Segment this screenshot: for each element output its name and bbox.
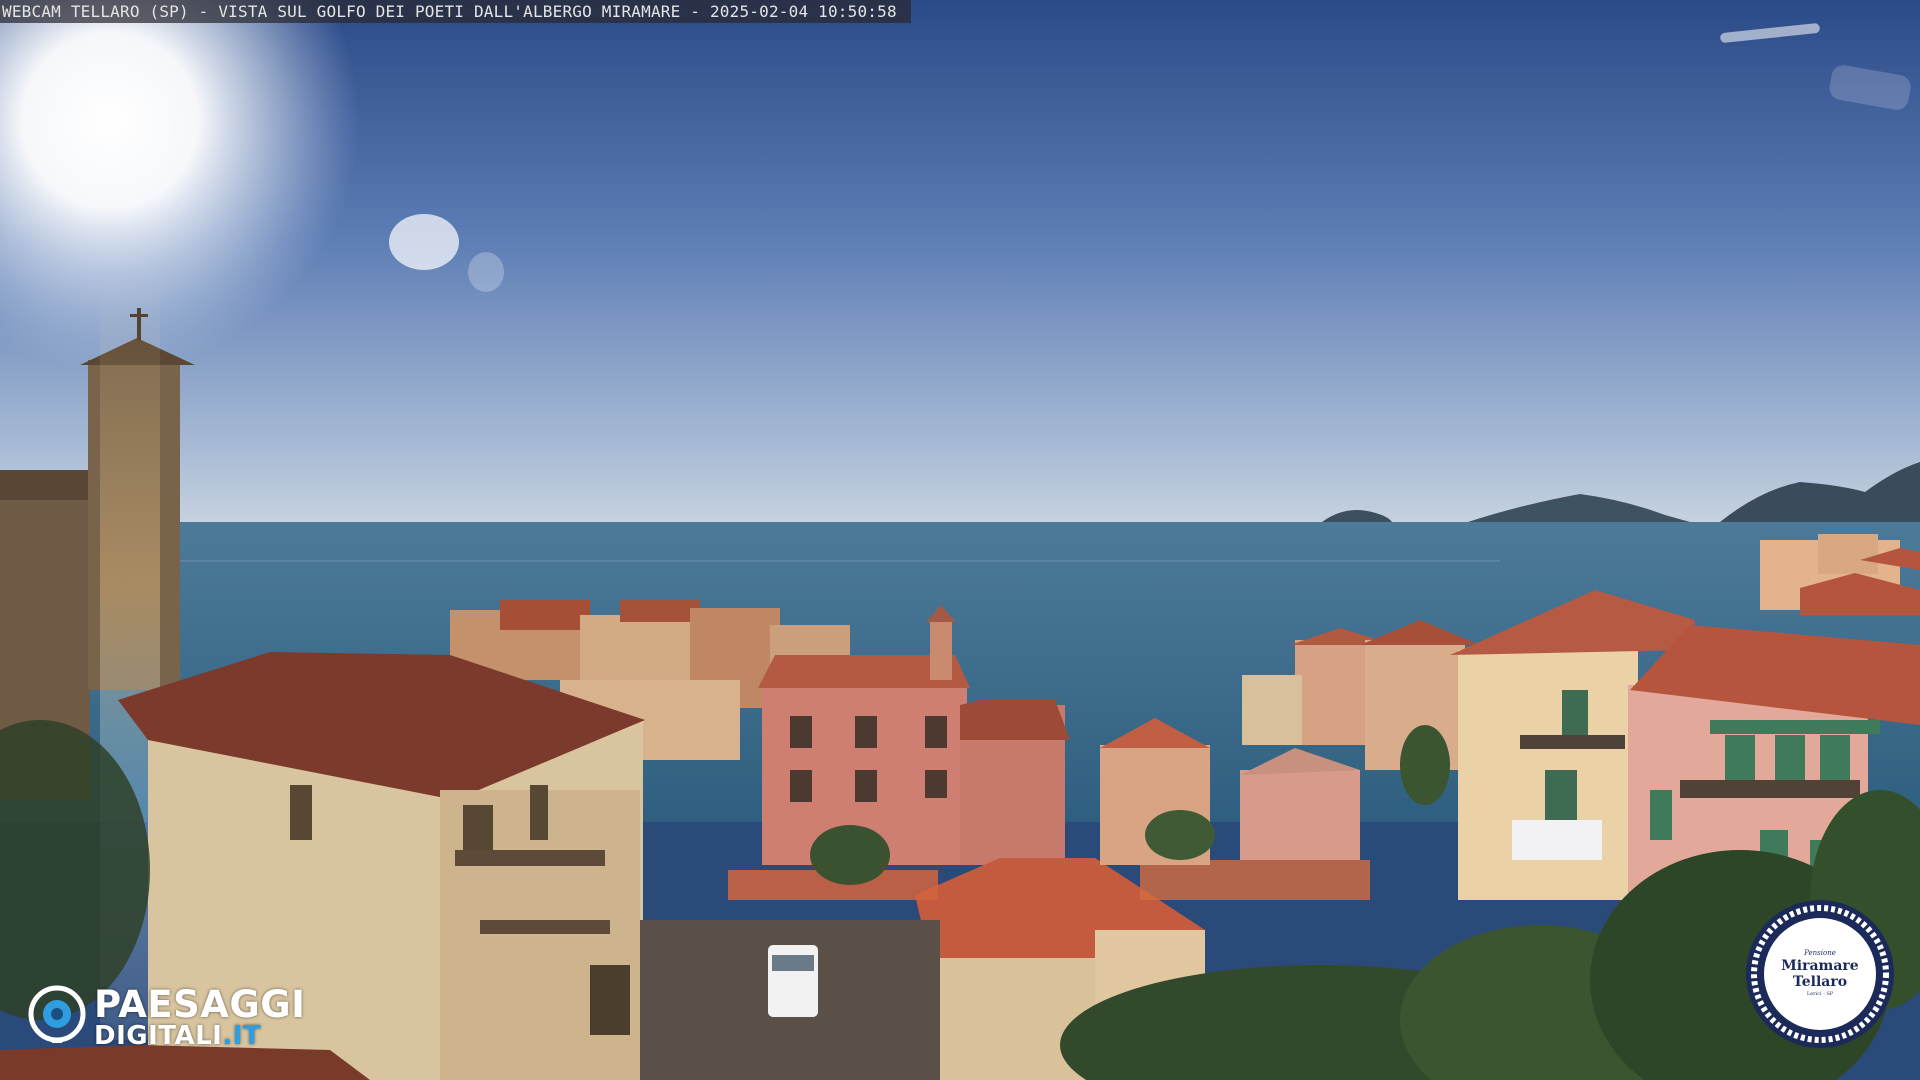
small-bell-tower <box>930 620 952 680</box>
badge-name-2: Tellaro <box>1792 974 1848 990</box>
watermark-line2: DIGITALI.IT <box>94 1021 261 1051</box>
caption-bar: WEBCAM TELLARO (SP) - VISTA SUL GOLFO DE… <box>0 0 911 23</box>
paesaggi-digitali-watermark: PAESAGGI DIGITALI.IT <box>28 983 348 1055</box>
watermark-line2-tld: .IT <box>222 1021 262 1051</box>
badge-line-small: Pensione <box>1804 949 1836 957</box>
eye-icon <box>28 985 86 1043</box>
lens-flare-1 <box>389 214 459 270</box>
watermark-line1: PAESAGGI <box>94 983 306 1026</box>
webcam-frame: WEBCAM TELLARO (SP) - VISTA SUL GOLFO DE… <box>0 0 1920 1080</box>
lens-flare-2 <box>468 252 504 292</box>
sea-shimmer <box>180 560 1500 562</box>
laundry <box>1512 820 1602 860</box>
church-roof <box>0 470 95 500</box>
miramare-badge: Pensione Miramare Tellaro Lerici - SP <box>1744 898 1896 1050</box>
badge-name-1: Miramare <box>1781 958 1859 974</box>
badge-line-tiny: Lerici - SP <box>1806 991 1834 997</box>
webcam-scene <box>0 0 1920 1080</box>
watermark-line2-main: DIGITALI <box>94 1021 223 1051</box>
badge-text: Pensione Miramare Tellaro Lerici - SP <box>1770 948 1870 998</box>
caption-text: WEBCAM TELLARO (SP) - VISTA SUL GOLFO DE… <box>2 2 897 21</box>
